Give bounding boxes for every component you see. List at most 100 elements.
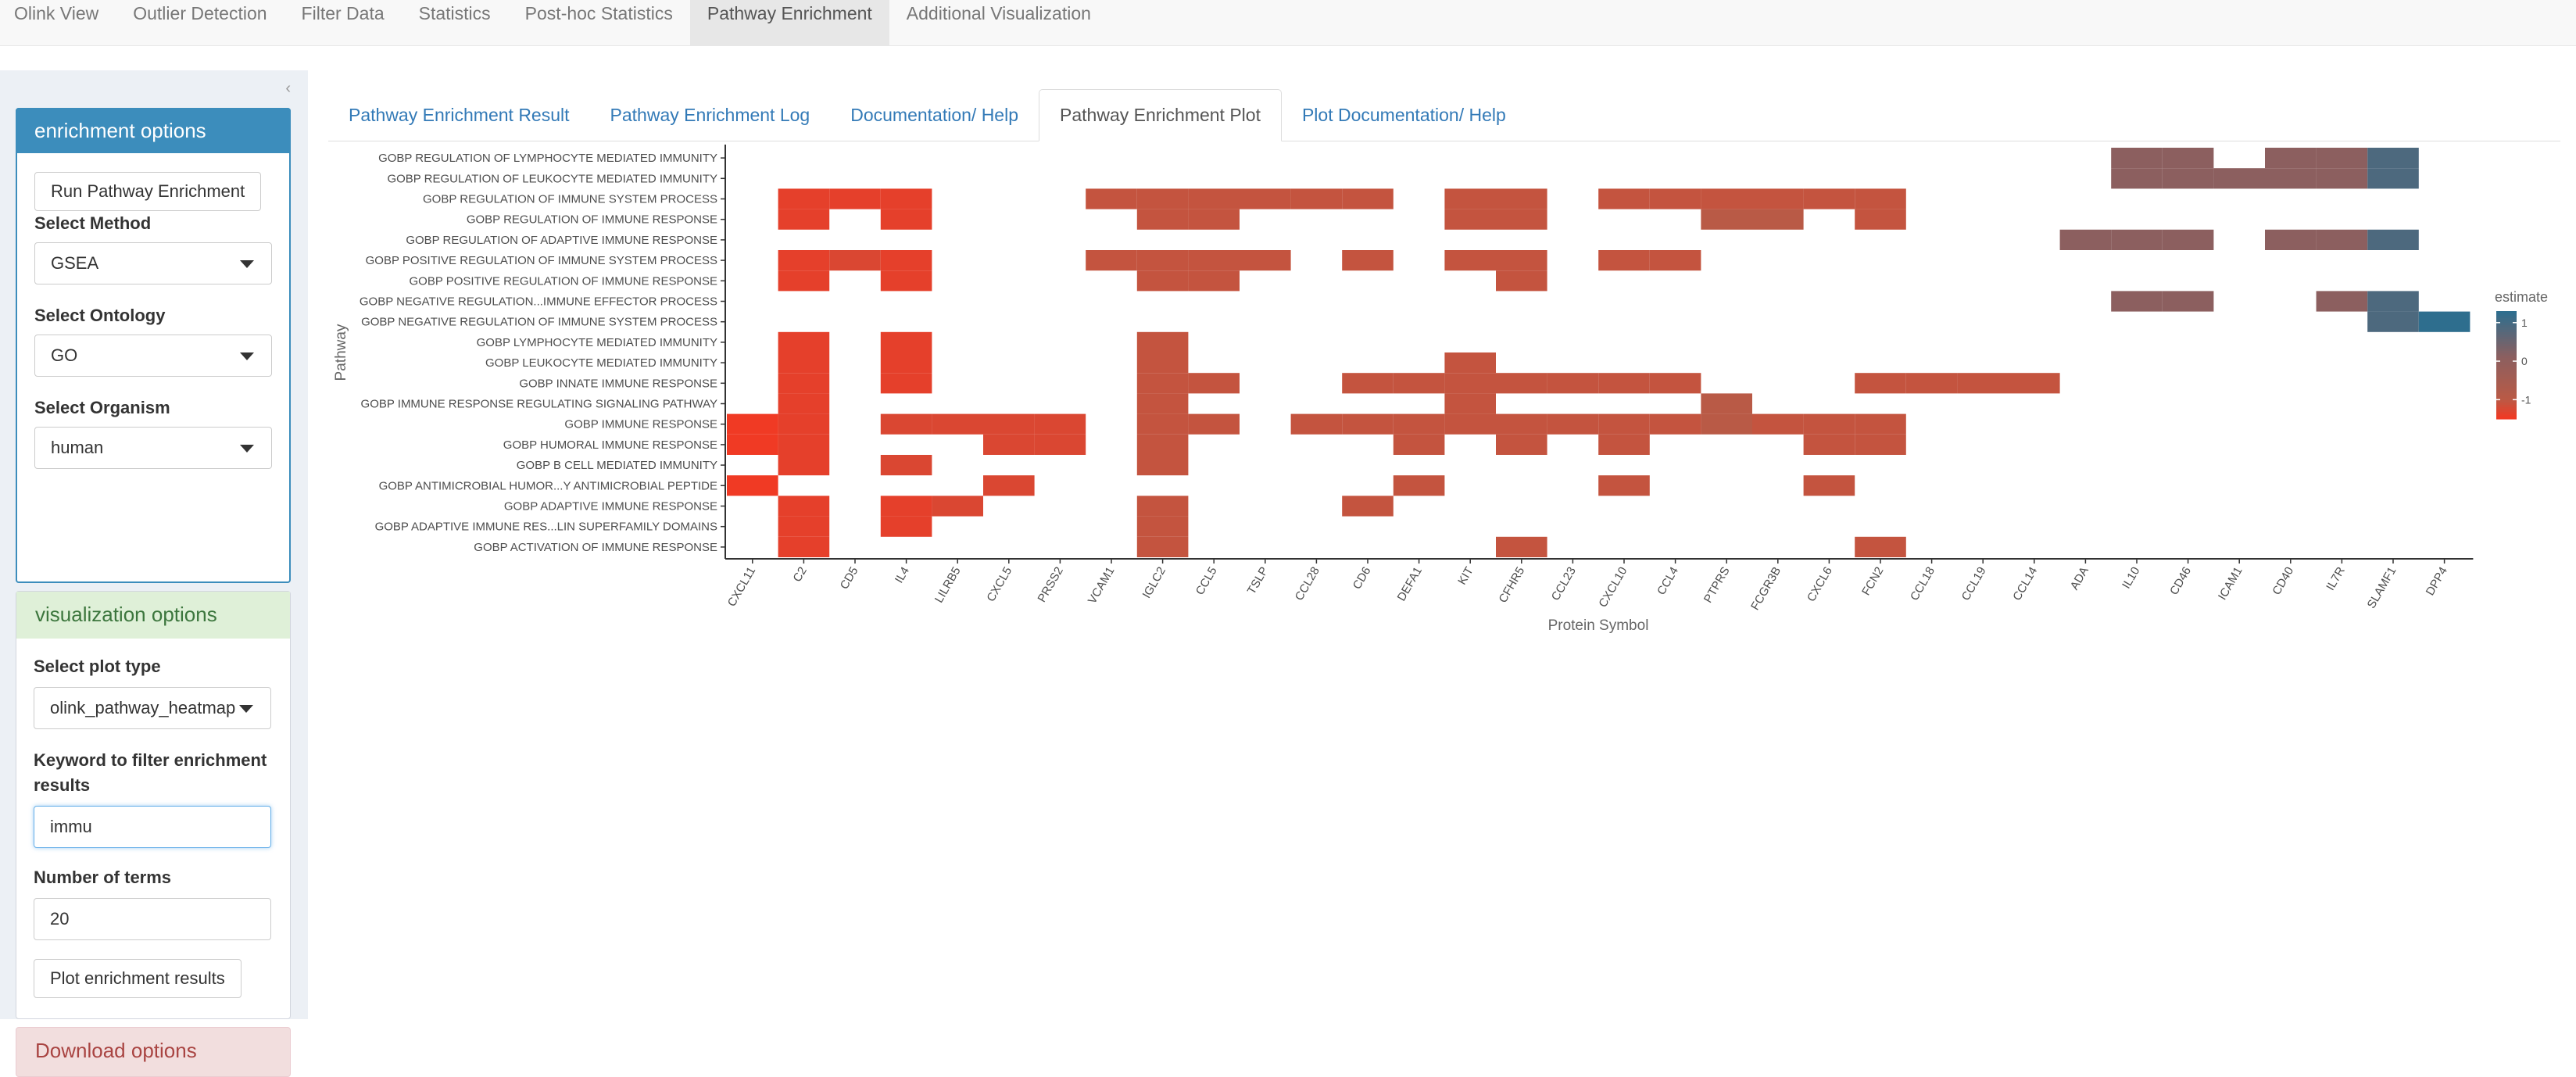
x-tick-label: IL10 — [2120, 565, 2142, 592]
x-tick-label: CD5 — [838, 565, 861, 592]
heatmap-cell — [983, 434, 1035, 455]
x-tick-label: VCAM1 — [1086, 565, 1118, 606]
heatmap-cell — [1701, 393, 1752, 414]
heatmap-cell — [1086, 188, 1137, 209]
heatmap-cell — [1136, 516, 1189, 537]
heatmap-cell — [1803, 188, 1855, 209]
legend-gradient-step — [2496, 417, 2517, 420]
x-tick-label: C2 — [791, 565, 810, 585]
heatmap-cell — [1752, 209, 1804, 230]
heatmap-cell — [1188, 413, 1240, 435]
heatmap-cell — [1803, 475, 1855, 496]
x-tick-label: PRSS2 — [1036, 565, 1066, 605]
heatmap-cell — [2213, 168, 2265, 189]
heatmap-cell — [1701, 188, 1752, 209]
heatmap-cell — [2265, 229, 2317, 250]
y-tick-label: GOBP NEGATIVE REGULATION OF IMMUNE SYSTE… — [361, 316, 717, 329]
heatmap-cell — [880, 188, 932, 209]
heatmap-cell — [778, 352, 830, 374]
x-tick-label: CFHR5 — [1497, 565, 1528, 606]
legend-tick-label: 0 — [2521, 355, 2528, 367]
x-tick-label: DEFA1 — [1395, 565, 1425, 604]
heatmap-cell — [2111, 168, 2163, 189]
y-tick-label: GOBP IMMUNE RESPONSE REGULATING SIGNALIN… — [361, 398, 717, 411]
heatmap-cell — [778, 536, 830, 557]
y-tick-label: GOBP IMMUNE RESPONSE — [564, 418, 717, 431]
heatmap-cell — [2111, 148, 2163, 169]
heatmap-cell — [880, 352, 932, 374]
heatmap-cell — [1393, 475, 1445, 496]
heatmap-cell — [1290, 413, 1343, 435]
heatmap-cell — [727, 475, 778, 496]
heatmap-cell — [1136, 393, 1189, 414]
x-tick-label: CD46 — [2167, 565, 2194, 598]
heatmap-cell — [2316, 291, 2368, 312]
heatmap-cell — [778, 413, 830, 435]
x-tick-label: KIT — [1455, 565, 1476, 588]
pathway-heatmap: GOBP REGULATION OF LYMPHOCYTE MEDIATED I… — [333, 145, 2548, 634]
heatmap-cell — [1034, 413, 1086, 435]
heatmap-cell — [829, 188, 881, 209]
x-tick-label: CCL14 — [2010, 565, 2040, 603]
heatmap-cell — [1393, 373, 1445, 394]
heatmap-cell — [1855, 536, 1906, 557]
download-options-header[interactable]: Download options — [16, 1028, 290, 1073]
heatmap-cell — [1240, 188, 1291, 209]
heatmap-cell — [1444, 209, 1496, 230]
heatmap-cell — [2162, 291, 2214, 312]
heatmap-cell — [2162, 148, 2214, 169]
heatmap-cell — [880, 413, 932, 435]
y-axis-title: Pathway — [333, 324, 349, 381]
heatmap-cell — [2367, 148, 2419, 169]
y-tick-label: GOBP POSITIVE REGULATION OF IMMUNE RESPO… — [409, 274, 717, 288]
heatmap-cell — [880, 250, 932, 271]
heatmap-cell — [1136, 250, 1189, 271]
x-tick-label: CCL23 — [1549, 564, 1579, 603]
x-tick-label: CCL4 — [1655, 565, 1681, 598]
x-tick-label: CCL5 — [1193, 565, 1220, 598]
heatmap-cell — [829, 250, 881, 271]
y-tick-label: GOBP REGULATION OF IMMUNE RESPONSE — [467, 213, 717, 227]
heatmap-cell — [2265, 148, 2317, 169]
x-tick-label: IL4 — [893, 565, 912, 586]
x-tick-label: DPP4 — [2424, 565, 2450, 598]
heatmap-cell — [778, 331, 830, 352]
heatmap-cell — [2111, 229, 2163, 250]
heatmap-cell — [1136, 413, 1189, 435]
x-tick-label: FCN2 — [1859, 565, 1886, 598]
x-tick-label: CD6 — [1351, 565, 1374, 592]
heatmap-cell — [2316, 168, 2368, 189]
heatmap-cell — [2418, 311, 2470, 332]
heatmap-cell — [1598, 373, 1650, 394]
heatmap-cell — [1649, 188, 1701, 209]
heatmap-cell — [983, 475, 1035, 496]
heatmap-cell — [2316, 148, 2368, 169]
heatmap-cell — [2367, 311, 2419, 332]
heatmap-cell — [1496, 188, 1547, 209]
heatmap-cell — [1957, 373, 2009, 394]
heatmap-cell — [1496, 413, 1547, 435]
heatmap-cell — [2162, 168, 2214, 189]
x-tick-label: FCGR3B — [1748, 565, 1784, 613]
heatmap-cell — [778, 270, 830, 292]
x-tick-label: CCL19 — [1959, 565, 1989, 603]
heatmap-cell — [1496, 250, 1547, 271]
y-tick-label: GOBP NEGATIVE REGULATION...IMMUNE EFFECT… — [360, 295, 717, 309]
x-tick-label: CXCL6 — [1805, 565, 1835, 604]
heatmap-cell — [1136, 352, 1189, 374]
heatmap-cell — [2059, 229, 2112, 250]
heatmap-cell — [1649, 373, 1701, 394]
heatmap-cell — [1136, 434, 1189, 455]
heatmap-cell — [1598, 434, 1650, 455]
heatmap-cell — [1444, 250, 1496, 271]
heatmap-cell — [2009, 373, 2060, 394]
heatmap-cell — [880, 270, 932, 292]
x-tick-label: LILRB5 — [932, 565, 964, 606]
heatmap-cell — [1136, 188, 1189, 209]
heatmap-cell — [1342, 373, 1394, 394]
heatmap-cell — [2111, 291, 2163, 312]
y-tick-label: GOBP LEUKOCYTE MEDIATED IMMUNITY — [485, 356, 717, 370]
heatmap-cell — [778, 250, 830, 271]
y-tick-label: GOBP REGULATION OF LEUKOCYTE MEDIATED IM… — [387, 172, 717, 185]
heatmap-cell — [778, 188, 830, 209]
